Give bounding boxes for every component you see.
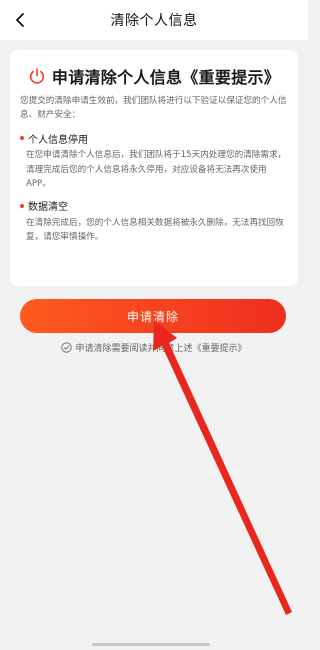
back-button[interactable]	[8, 8, 32, 32]
top-bar: 清除个人信息	[0, 0, 308, 40]
section-heading: 个人信息停用	[20, 130, 288, 146]
section-heading: 数据清空	[20, 198, 288, 214]
agreement-row: 申请清除需要阅读并同意上述《重要提示》	[0, 340, 308, 354]
bullet-dot-icon	[20, 136, 24, 140]
section-body: 在清除完成后，您的个人信息相关数据将被永久删除，无法再找回恢复，请您审慎操作。	[26, 217, 284, 243]
agreement-text: 申请清除需要阅读并同意上述《重要提示》	[75, 343, 247, 354]
card-title-row: 申请清除个人信息《重要提示》	[20, 64, 288, 88]
section-heading-text: 数据清空	[28, 202, 68, 213]
power-icon	[28, 67, 46, 85]
home-indicator	[92, 643, 210, 646]
apply-clear-button[interactable]: 申请清除	[20, 299, 286, 333]
check-circle-icon[interactable]	[61, 341, 73, 353]
bullet-dot-icon	[20, 203, 24, 208]
notice-card: 申请清除个人信息《重要提示》 您提交的清除申请生效前，我们团队将进行以下验证以保…	[10, 50, 298, 286]
intro-text: 您提交的清除申请生效前，我们团队将进行以下验证以保证您的个人信息、财产安全：	[20, 96, 287, 120]
card-title: 申请清除个人信息《重要提示》	[51, 68, 281, 87]
section-deactivate: 个人信息停用 在您申请清除个人信息后，我们团队将于15天内处理您的清除需求，清理…	[20, 130, 288, 192]
section-data-clear: 数据清空 在清除完成后，您的个人信息相关数据将被永久删除，无法再找回恢复，请您审…	[20, 198, 288, 245]
page-title: 清除个人信息	[110, 13, 198, 29]
section-heading-text: 个人信息停用	[28, 134, 88, 146]
chevron-left-icon	[16, 13, 24, 27]
section-body: 在您申请清除个人信息后，我们团队将于15天内处理您的清除需求，清理完成后您的个人…	[26, 150, 287, 189]
